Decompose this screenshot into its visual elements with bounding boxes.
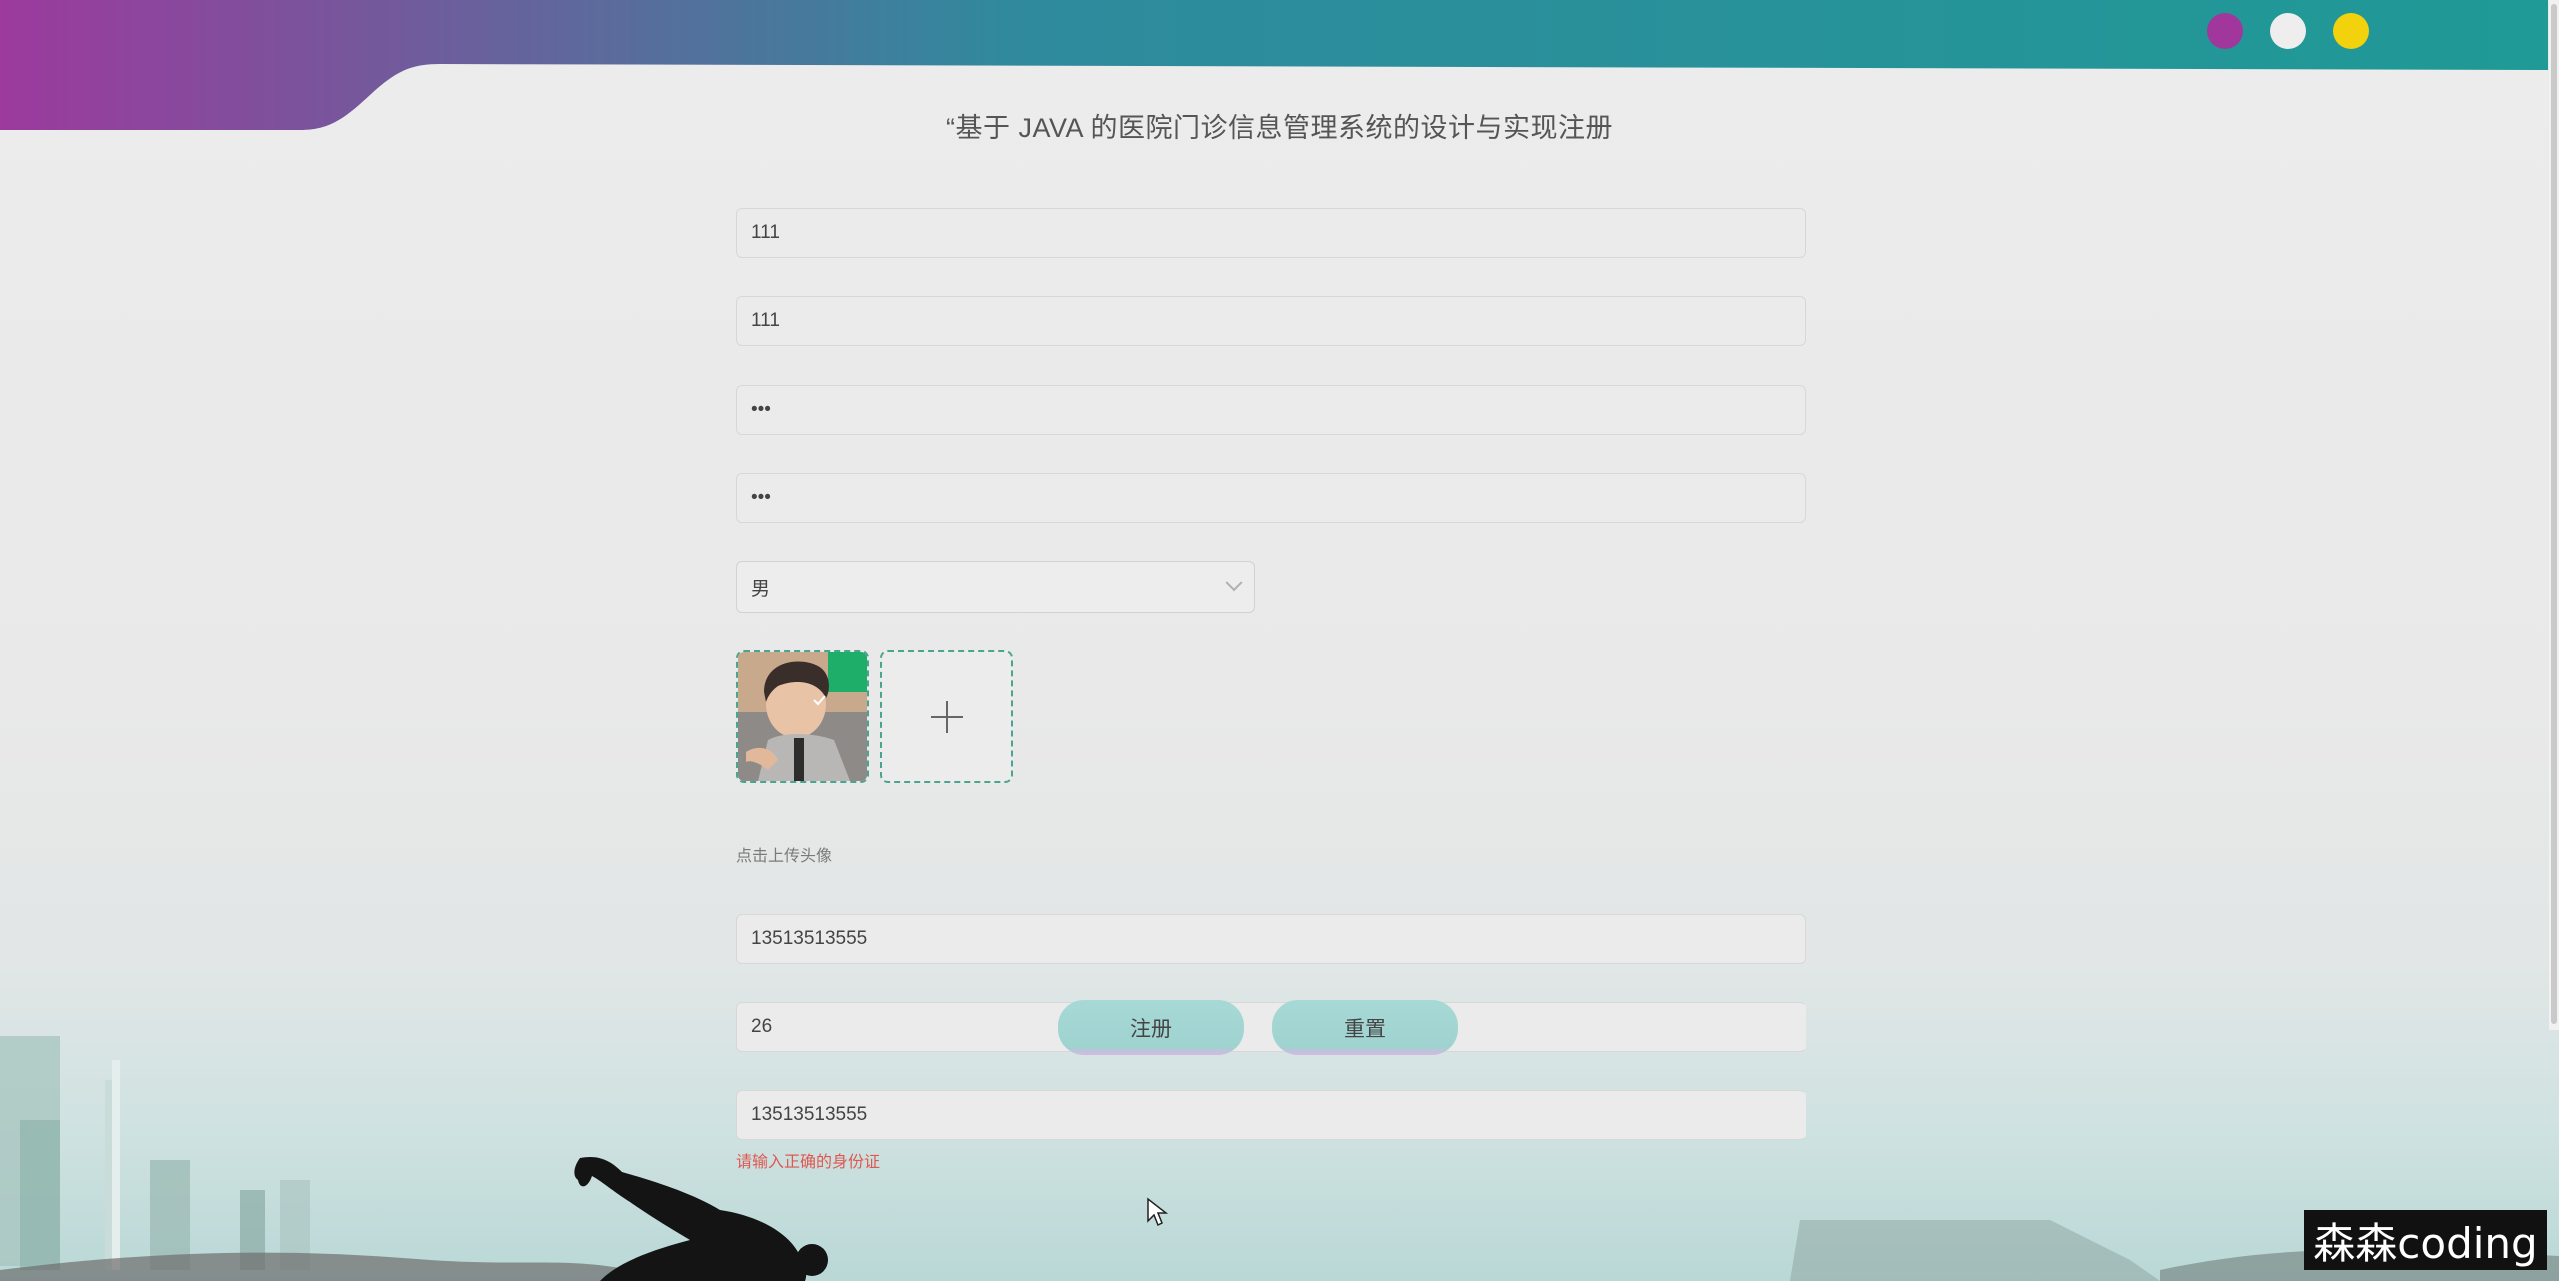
name-field[interactable]: 111 [736, 296, 1806, 346]
plus-icon [930, 700, 963, 733]
register-page: “基于 JAVA 的医院门诊信息管理系统的设计与实现注册 111 111 •••… [0, 0, 2559, 1281]
purple-dot-button[interactable] [2207, 13, 2243, 49]
chevron-down-icon [1225, 574, 1243, 592]
phone-value: 13513513555 [751, 928, 868, 949]
avatar-photo-icon [738, 652, 867, 781]
gender-selected: 男 [751, 578, 771, 600]
window-controls [2207, 13, 2369, 49]
watermark: 森森coding [2304, 1210, 2547, 1270]
account-field[interactable]: 111 [736, 208, 1806, 258]
password-field[interactable]: ••• [736, 385, 1806, 435]
background-skyline [0, 1036, 2559, 1281]
vertical-scrollbar[interactable] [2549, 0, 2559, 1030]
phone-field[interactable]: 13513513555 [736, 914, 1806, 964]
gender-select[interactable]: 男 [736, 561, 1255, 613]
avatar-upload-button[interactable] [880, 650, 1013, 783]
reset-button[interactable]: 重置 [1272, 1000, 1458, 1055]
confirm-password-field[interactable]: ••• [736, 473, 1806, 523]
avatar-upload-row [736, 650, 1013, 783]
avatar-upload-hint: 点击上传头像 [736, 848, 833, 865]
scrollbar-thumb[interactable] [2551, 4, 2557, 1024]
confirm-password-value: ••• [751, 487, 771, 508]
yellow-dot-button[interactable] [2333, 13, 2369, 49]
mouse-cursor-icon [1147, 1197, 1168, 1227]
white-dot-button[interactable] [2270, 13, 2306, 49]
password-value: ••• [751, 399, 771, 420]
page-title: “基于 JAVA 的医院门诊信息管理系统的设计与实现注册 [945, 113, 1614, 143]
avatar-thumbnail[interactable] [736, 650, 869, 783]
account-value: 111 [751, 222, 780, 243]
register-button[interactable]: 注册 [1058, 1000, 1244, 1055]
name-value: 111 [751, 310, 780, 331]
